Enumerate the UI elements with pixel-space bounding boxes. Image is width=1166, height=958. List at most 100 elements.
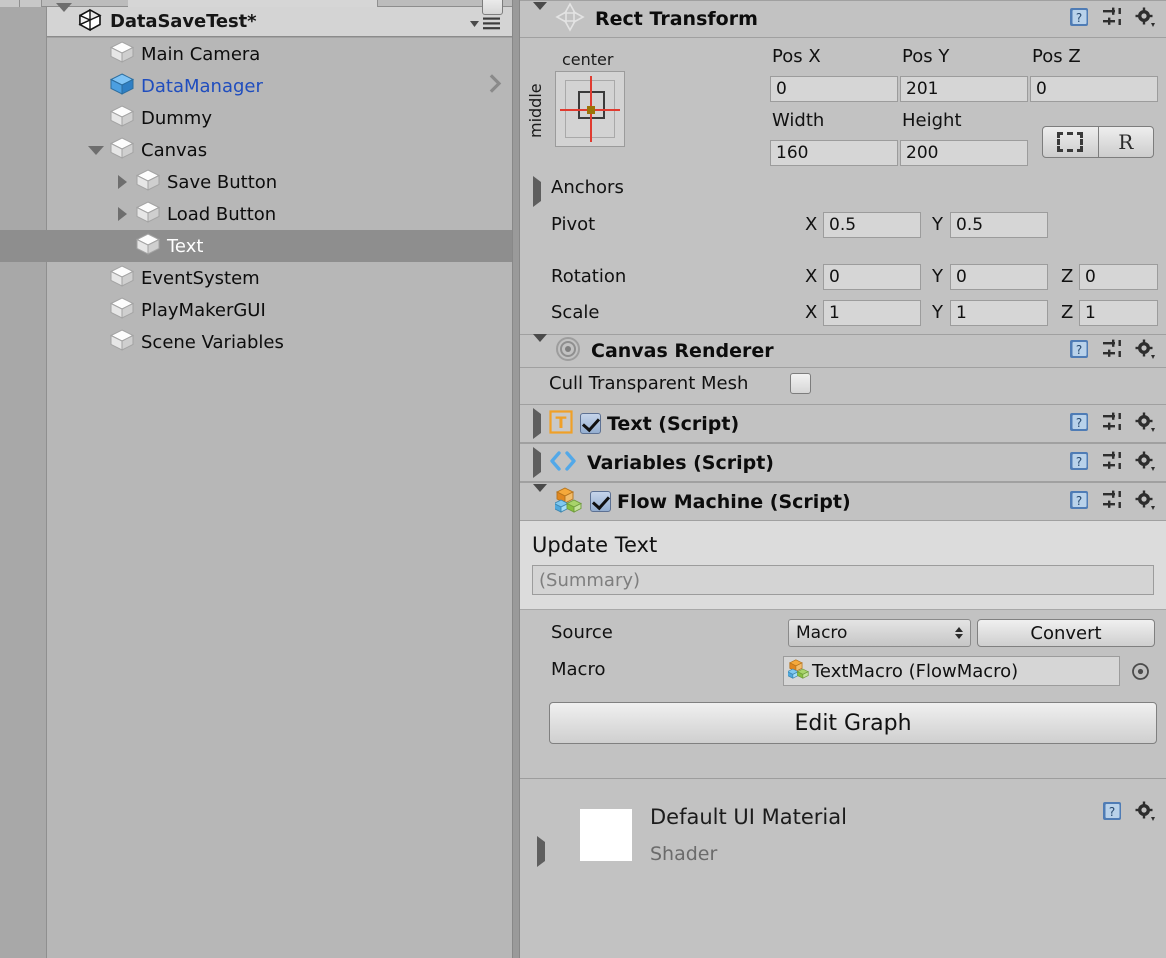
foldout-collapsed-icon[interactable] [109, 175, 135, 189]
preset-selector-icon[interactable] [1101, 489, 1123, 515]
preset-selector-icon[interactable] [1101, 338, 1123, 364]
pos-x-label: Pos X [772, 46, 821, 67]
anchors-foldout-icon[interactable] [533, 176, 541, 207]
help-book-icon[interactable]: ? [1068, 489, 1090, 515]
cull-transparent-mesh-checkbox[interactable] [790, 373, 811, 394]
help-book-icon[interactable]: ? [1068, 338, 1090, 364]
text-script-enabled-checkbox[interactable] [580, 413, 601, 434]
flow-machine-title: Flow Machine (Script) [617, 490, 851, 513]
foldout-expanded-icon[interactable] [83, 145, 109, 155]
hierarchy-item-scene-variables[interactable]: Scene Variables [47, 326, 512, 358]
gear-icon[interactable] [1134, 411, 1156, 437]
help-book-icon[interactable]: ? [1068, 6, 1090, 32]
static-checkbox[interactable] [482, 0, 504, 15]
rect-transform-title: Rect Transform [595, 8, 758, 30]
rect-transform-icon [555, 2, 585, 36]
source-dropdown[interactable]: Macro [788, 619, 971, 647]
inspector-panel: Text Static Tag Untagged Layer UI [482, 0, 1166, 958]
hierarchy-item-dummy[interactable]: Dummy [47, 102, 512, 134]
rect-transform-foldout-icon[interactable] [533, 1, 547, 29]
hierarchy-item-canvas[interactable]: Canvas [47, 134, 512, 166]
anchor-preset-vertical-label: middle [526, 83, 545, 138]
hierarchy-item-label: DataManager [141, 75, 263, 97]
rotation-x-axis-label: X [805, 266, 818, 287]
hierarchy-item-main-camera[interactable]: Main Camera [47, 38, 512, 70]
material-foldout-icon[interactable] [537, 836, 545, 867]
macro-select-icon[interactable] [1131, 662, 1150, 685]
hierarchy-item-playmakergui[interactable]: PlayMakerGUI [47, 294, 512, 326]
gameobject-cube-icon [109, 40, 135, 69]
hierarchy-item-save-button[interactable]: Save Button [47, 166, 512, 198]
pos-z-field[interactable]: 0 [1030, 76, 1158, 102]
help-book-icon[interactable]: ? [1101, 800, 1123, 826]
hierarchy-item-eventsystem[interactable]: EventSystem [47, 262, 512, 294]
gear-icon[interactable] [1134, 450, 1156, 476]
width-field[interactable]: 160 [770, 140, 898, 166]
variables-script-foldout-icon[interactable] [533, 447, 541, 478]
text-script-foldout-icon[interactable] [533, 408, 541, 439]
graph-title-field[interactable]: Update Text [532, 533, 1154, 557]
prefab-open-chevron-icon[interactable] [488, 72, 504, 101]
text-script-header[interactable]: T Text (Script) ? [520, 404, 1166, 443]
help-book-icon[interactable]: ? [1068, 450, 1090, 476]
flow-machine-body: Source Macro Convert Macro TextMacro (Fl… [520, 610, 1166, 778]
macro-object-field[interactable]: TextMacro (FlowMacro) [783, 656, 1120, 686]
graph-summary-block: Update Text (Summary) [520, 521, 1166, 610]
rect-edit-mode-group[interactable]: R [1042, 126, 1154, 158]
material-preview-swatch [580, 809, 632, 861]
panel-splitter[interactable] [512, 0, 520, 958]
gear-icon[interactable] [1134, 6, 1156, 32]
svg-text:?: ? [1076, 455, 1082, 469]
foldout-collapsed-icon[interactable] [109, 207, 135, 221]
rect-transform-header[interactable]: Rect Transform ? [520, 0, 1166, 38]
gameobject-cube-icon [109, 296, 135, 325]
hierarchy-item-text[interactable]: Text [47, 230, 512, 262]
preset-selector-icon[interactable] [1101, 411, 1123, 437]
hierarchy-item-load-button[interactable]: Load Button [47, 198, 512, 230]
variables-script-header[interactable]: Variables (Script) ? [520, 443, 1166, 482]
rotation-y-field[interactable]: 0 [950, 264, 1048, 290]
width-label: Width [772, 110, 825, 131]
height-field[interactable]: 200 [900, 140, 1028, 166]
pivot-x-field[interactable]: 0.5 [823, 212, 921, 238]
gear-icon[interactable] [1134, 489, 1156, 515]
svg-text:T: T [556, 413, 567, 432]
raw-edit-mode-button[interactable]: R [1097, 127, 1154, 157]
scale-x-field[interactable]: 1 [823, 300, 921, 326]
pos-y-field[interactable]: 201 [900, 76, 1028, 102]
flow-machine-foldout-icon[interactable] [533, 484, 547, 511]
preset-selector-icon[interactable] [1101, 6, 1123, 32]
scale-z-field[interactable]: 1 [1079, 300, 1158, 326]
canvas-renderer-foldout-icon[interactable] [533, 333, 547, 361]
tab-strip-segment [20, 0, 42, 7]
source-label: Source [551, 622, 613, 643]
convert-button[interactable]: Convert [977, 619, 1155, 647]
help-book-icon[interactable]: ? [1068, 411, 1090, 437]
hierarchy-menu-button[interactable] [469, 15, 500, 34]
gameobject-cube-icon [135, 200, 161, 229]
rotation-z-axis-label: Z [1061, 266, 1074, 287]
pivot-y-field[interactable]: 0.5 [950, 212, 1048, 238]
flow-machine-header[interactable]: Flow Machine (Script) ? [520, 482, 1166, 521]
scale-y-field[interactable]: 1 [950, 300, 1048, 326]
hierarchy-header[interactable]: DataSaveTest* [47, 3, 512, 37]
preset-selector-icon[interactable] [1101, 450, 1123, 476]
scene-foldout-icon[interactable] [56, 3, 72, 31]
rotation-x-field[interactable]: 0 [823, 264, 921, 290]
edit-graph-button[interactable]: Edit Graph [549, 702, 1157, 744]
flow-machine-icon [786, 658, 810, 684]
pos-y-label: Pos Y [902, 46, 950, 67]
pos-x-field[interactable]: 0 [770, 76, 898, 102]
blueprint-mode-button[interactable] [1043, 127, 1098, 157]
graph-summary-field[interactable]: (Summary) [532, 565, 1154, 595]
svg-text:?: ? [1076, 343, 1082, 357]
flow-machine-enabled-checkbox[interactable] [590, 491, 611, 512]
anchor-preset-widget[interactable] [555, 71, 625, 147]
gear-icon[interactable] [1134, 338, 1156, 364]
rotation-z-field[interactable]: 0 [1079, 264, 1158, 290]
hierarchy-item-datamanager[interactable]: DataManager [47, 70, 512, 102]
rotation-label: Rotation [551, 266, 627, 287]
gear-icon[interactable] [1134, 800, 1156, 826]
tab-strip-segment [0, 0, 20, 7]
canvas-renderer-header[interactable]: Canvas Renderer ? [520, 333, 1166, 368]
